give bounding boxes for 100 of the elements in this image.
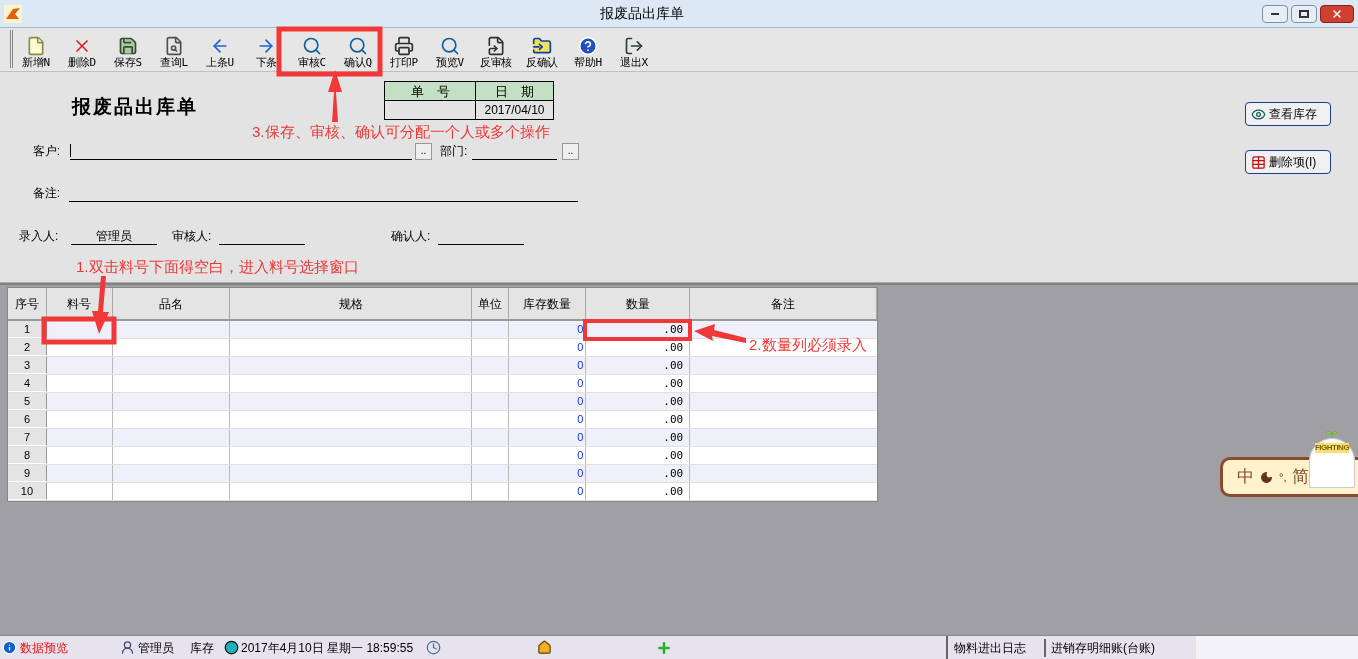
maximize-icon: [1299, 9, 1309, 18]
status-log[interactable]: 物料进出日志: [948, 638, 1046, 657]
column-header: 规格: [229, 288, 473, 319]
toolbar-button[interactable]: 上条U: [197, 31, 243, 71]
status-user: 管理员: [138, 639, 175, 657]
table-cell: .00: [586, 321, 691, 338]
file-search-icon: [164, 36, 184, 56]
table-cell: 0: [509, 375, 587, 392]
field-label: 部门:: [440, 142, 469, 160]
row-number: 7: [8, 429, 47, 446]
column-header: 单位: [472, 288, 510, 319]
customer-field[interactable]: [70, 141, 412, 160]
table-cell: .00: [586, 465, 691, 482]
row-number: 8: [8, 447, 47, 464]
table-cell: .00: [586, 339, 691, 356]
row-number: 9: [8, 465, 47, 482]
table-cell: .00: [586, 429, 691, 446]
toolbar-button[interactable]: 反确认: [519, 31, 565, 71]
arrow: [328, 70, 342, 122]
maximize-button[interactable]: [1291, 4, 1317, 23]
column-header: 数量: [586, 288, 691, 319]
table-cell: .00: [586, 375, 691, 392]
floppy-icon: [118, 36, 138, 56]
field-label: 录入人:: [19, 227, 60, 245]
table-cell: 0: [509, 357, 587, 374]
status-datetime: 2017年4月10日 星期一 18:59:55: [241, 639, 415, 657]
user-icon: [120, 640, 135, 655]
form-title: 报废品出库单: [72, 95, 199, 119]
annotation-text: 1.双击料号下面得空白，进入料号选择窗口: [76, 257, 359, 277]
info-icon: [2, 640, 17, 655]
table-cell: 0: [509, 321, 587, 338]
delete-item-button[interactable]: 删除项(I): [1245, 150, 1331, 174]
toolbar-button[interactable]: 下条: [243, 31, 289, 71]
date-value: 2017/04/10: [483, 102, 546, 119]
toolbar-button[interactable]: 打印P: [381, 31, 427, 71]
table-cell: .00: [586, 357, 691, 374]
browse-button[interactable]: ..: [562, 142, 579, 160]
toolbar-button[interactable]: 新增N: [13, 31, 59, 71]
file-icon: [26, 36, 46, 56]
document-arrow-icon: [486, 36, 506, 56]
toolbar-button[interactable]: 删除D: [59, 31, 105, 71]
close-icon: [1331, 7, 1343, 20]
column-header: 日 期: [476, 82, 553, 101]
status-mode: 数据预览: [20, 639, 69, 657]
toolbar-button[interactable]: 审核C: [289, 31, 335, 71]
table-cell: .00: [586, 393, 691, 410]
folder-arrow-icon: [532, 36, 552, 56]
field-label: 审核人:: [172, 227, 213, 245]
ime-language[interactable]: 中: [1237, 464, 1254, 490]
status-ledger[interactable]: 进销存明细账(台账): [1046, 638, 1196, 657]
toolbar-button[interactable]: 确认Q: [335, 31, 381, 71]
search-icon: [302, 36, 322, 56]
exit-door-icon: [624, 36, 644, 56]
app-logo-icon: [4, 4, 22, 23]
column-header: 单 号: [385, 82, 476, 101]
search-icon: [348, 36, 368, 56]
toolbar-button[interactable]: 预览V: [427, 31, 473, 71]
table-cell: 0: [509, 411, 587, 428]
browse-button[interactable]: ..: [415, 142, 432, 160]
grid-icon: [1251, 154, 1266, 170]
table-cell: 0: [509, 447, 587, 464]
toolbar-button[interactable]: 反审核: [473, 31, 519, 71]
row-number: 5: [8, 393, 47, 410]
arrow: [694, 324, 746, 343]
close-button[interactable]: [1320, 4, 1354, 23]
toolbar-button[interactable]: 退出X: [611, 31, 657, 71]
column-header: 品名: [112, 288, 230, 319]
toolbar-button[interactable]: 查询L: [151, 31, 197, 71]
window-title: 报废品出库单: [599, 4, 685, 23]
row-number: 4: [8, 375, 47, 392]
row-number: 6: [8, 411, 47, 428]
printer-icon: [394, 36, 414, 56]
document-clock-icon: [426, 640, 441, 655]
column-header: 备注: [690, 288, 877, 319]
status-module: 库存: [190, 639, 215, 657]
table-cell: .00: [586, 411, 691, 428]
table-cell: .00: [586, 483, 691, 500]
table-cell: 0: [509, 339, 587, 356]
table-cell: 0: [509, 483, 587, 500]
field-label: 确认人:: [391, 227, 432, 245]
view-stock-button[interactable]: 查看库存: [1245, 102, 1331, 126]
toolbar-button[interactable]: 帮助H: [565, 31, 611, 71]
ime-mode[interactable]: 简: [1292, 464, 1310, 490]
search-icon: [440, 36, 460, 56]
arrow: [92, 276, 109, 334]
column-header: 序号: [8, 288, 47, 319]
entered-by-field[interactable]: 管理员: [71, 226, 157, 245]
table-cell: 0: [509, 429, 587, 446]
help-icon: [578, 36, 598, 56]
minimize-icon: [1271, 12, 1279, 15]
table-cell: 0: [509, 465, 587, 482]
row-number: 3: [8, 357, 47, 374]
table-cell: 0: [509, 393, 587, 410]
column-header: 库存数量: [509, 288, 587, 319]
moon-icon[interactable]: [1260, 470, 1273, 484]
sprout-icon: [1324, 430, 1340, 438]
field-label: 客户:: [31, 142, 61, 160]
minimize-button[interactable]: [1262, 4, 1288, 23]
toolbar-button[interactable]: 保存S: [105, 31, 151, 71]
ime-punctuation[interactable]: °,: [1279, 468, 1287, 486]
